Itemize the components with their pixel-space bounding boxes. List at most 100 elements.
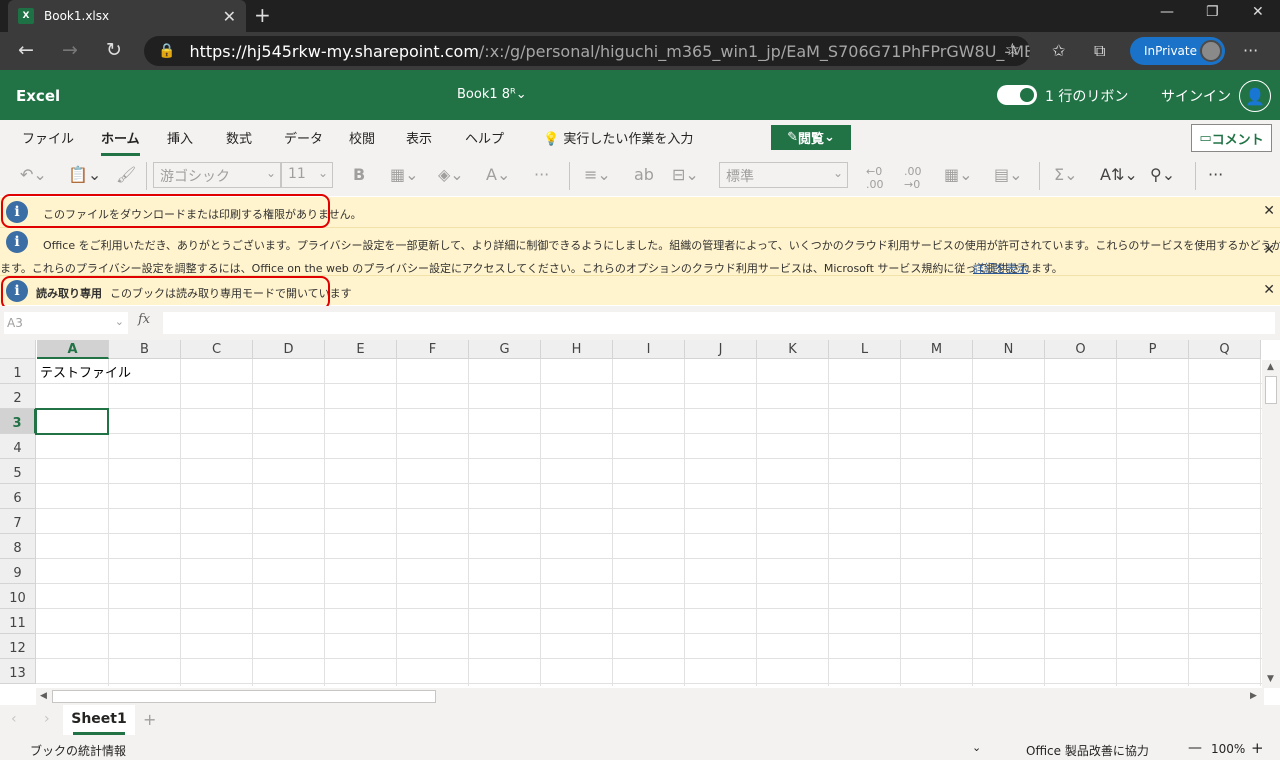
inprivate-badge[interactable]: InPrivate (1130, 37, 1225, 65)
user-account-icon[interactable]: 👤 (1239, 80, 1271, 112)
autosum-icon[interactable]: Σ⌄ (1054, 165, 1078, 184)
column-header-d[interactable]: D (253, 340, 325, 359)
vertical-scrollbar[interactable]: ▲ ▼ (1262, 360, 1280, 688)
more-options-icon[interactable]: ··· (1243, 41, 1258, 60)
scroll-down-icon[interactable]: ▼ (1267, 674, 1274, 684)
align-icon[interactable]: ≡⌄ (584, 165, 611, 184)
column-header-k[interactable]: K (757, 340, 829, 359)
paste-icon[interactable]: 📋⌄ (68, 165, 101, 184)
row-header-7[interactable]: 7 (0, 509, 36, 534)
column-header-l[interactable]: L (829, 340, 901, 359)
add-sheet-icon[interactable]: + (143, 710, 156, 729)
row-header-5[interactable]: 5 (0, 459, 36, 484)
decrease-decimal-icon[interactable]: .00 →0 (904, 165, 922, 191)
restore-icon[interactable]: ❐ (1206, 4, 1219, 20)
new-tab-icon[interactable]: + (254, 3, 271, 27)
column-header-p[interactable]: P (1117, 340, 1189, 359)
infobar-close-icon[interactable]: ✕ (1263, 242, 1275, 258)
column-header-n[interactable]: N (973, 340, 1045, 359)
privacy-details-link[interactable]: 詳細を表示 (973, 260, 1028, 276)
column-header-h[interactable]: H (541, 340, 613, 359)
formula-input[interactable] (163, 312, 1275, 334)
row-header-9[interactable]: 9 (0, 559, 36, 584)
row-header-8[interactable]: 8 (0, 534, 36, 559)
app-name[interactable]: Excel (16, 87, 60, 105)
horizontal-scrollbar[interactable]: ◀ ▶ (36, 688, 1264, 705)
favorites-list-icon[interactable]: ✩ (1052, 41, 1065, 60)
number-format-select[interactable]: 標準 ⌄ (719, 162, 848, 188)
row-header-2[interactable]: 2 (0, 384, 36, 409)
address-bar[interactable]: 🔒 https://hj545rkw-my.sharepoint.com/:x:… (144, 36, 1030, 66)
row-header-1[interactable]: 1 (0, 359, 36, 384)
tab-help[interactable]: ヘルプ (465, 128, 504, 147)
sheet-prev-icon[interactable]: ‹ (11, 711, 17, 727)
tab-file[interactable]: ファイル (22, 128, 74, 147)
font-name-select[interactable]: 游ゴシック ⌄ (153, 162, 281, 188)
row-header-6[interactable]: 6 (0, 484, 36, 509)
tab-home[interactable]: ホーム (101, 128, 140, 156)
tell-me-search[interactable]: 💡 実行したい作業を入力 (543, 128, 693, 147)
zoom-in-icon[interactable]: + (1251, 739, 1264, 757)
refresh-icon[interactable]: ↻ (106, 39, 122, 61)
tab-formulas[interactable]: 数式 (226, 128, 252, 147)
column-header-b[interactable]: B (109, 340, 181, 359)
name-box[interactable]: A3 ⌄ (4, 312, 128, 334)
help-improve-office[interactable]: Office 製品改善に協力 (1026, 742, 1149, 759)
function-icon[interactable]: fx (138, 312, 150, 327)
tab-data[interactable]: データ (284, 128, 323, 147)
column-header-j[interactable]: J (685, 340, 757, 359)
sort-filter-icon[interactable]: A⇅⌄ (1100, 165, 1138, 184)
zoom-out-icon[interactable]: — (1188, 740, 1202, 756)
font-color-icon[interactable]: A⌄ (486, 165, 510, 184)
infobar-close-icon[interactable]: ✕ (1263, 282, 1275, 298)
collections-icon[interactable]: ⧉ (1094, 41, 1105, 61)
more-commands-icon[interactable]: ··· (1208, 165, 1223, 184)
minimize-icon[interactable]: — (1160, 4, 1174, 20)
column-header-f[interactable]: F (397, 340, 469, 359)
row-header-4[interactable]: 4 (0, 434, 36, 459)
column-header-o[interactable]: O (1045, 340, 1117, 359)
tab-review[interactable]: 校閲 (349, 128, 375, 147)
spreadsheet-grid[interactable]: A B C D E F G H I J K L M N O P Q 1 2 3 4 5 6 7 8 9 10 11 12 13 テストファ… (0, 340, 1262, 686)
scroll-left-icon[interactable]: ◀ (40, 691, 47, 701)
column-header-m[interactable]: M (901, 340, 973, 359)
select-all-corner[interactable] (0, 340, 36, 359)
format-painter-icon[interactable]: 🖌 (116, 165, 136, 184)
row-header-12[interactable]: 12 (0, 634, 36, 659)
chevron-down-icon[interactable]: ⌄ (972, 741, 981, 754)
row-header-10[interactable]: 10 (0, 584, 36, 609)
column-header-e[interactable]: E (325, 340, 397, 359)
zoom-level[interactable]: 100% (1211, 742, 1245, 756)
workbook-statistics[interactable]: ブックの統計情報 (30, 742, 126, 759)
sheet-tab-sheet1[interactable]: Sheet1 (63, 705, 135, 735)
find-icon[interactable]: ⚲⌄ (1150, 165, 1175, 184)
selected-cell-a3[interactable] (35, 408, 109, 435)
row-header-11[interactable]: 11 (0, 609, 36, 634)
horizontal-scroll-thumb[interactable] (52, 690, 436, 703)
back-icon[interactable]: ← (18, 39, 34, 61)
bold-icon[interactable]: B (353, 165, 365, 184)
infobar-close-icon[interactable]: ✕ (1263, 203, 1275, 219)
merge-cells-icon[interactable]: ⊟⌄ (672, 165, 699, 184)
comment-button[interactable]: ▭ コメント (1191, 124, 1272, 152)
tab-insert[interactable]: 挿入 (167, 128, 193, 147)
tab-view[interactable]: 表示 (406, 128, 432, 147)
sheet-next-icon[interactable]: › (44, 711, 50, 727)
fill-color-icon[interactable]: ◈⌄ (438, 165, 464, 184)
borders-icon[interactable]: ▦⌄ (390, 165, 419, 184)
vertical-scroll-thumb[interactable] (1265, 376, 1277, 404)
more-font-options-icon[interactable]: ··· (534, 165, 549, 184)
column-header-c[interactable]: C (181, 340, 253, 359)
row-header-3[interactable]: 3 (0, 409, 36, 434)
font-size-select[interactable]: 11 ⌄ (281, 162, 333, 188)
forward-icon[interactable]: → (62, 39, 78, 61)
increase-decimal-icon[interactable]: ←0.00 (866, 165, 884, 191)
scroll-right-icon[interactable]: ▶ (1250, 691, 1257, 701)
undo-icon[interactable]: ↶⌄ (20, 165, 47, 184)
column-header-g[interactable]: G (469, 340, 541, 359)
scroll-up-icon[interactable]: ▲ (1267, 362, 1274, 372)
format-as-table-icon[interactable]: ▤⌄ (994, 165, 1023, 184)
conditional-format-icon[interactable]: ▦⌄ (944, 165, 973, 184)
wrap-text-icon[interactable]: ab (634, 165, 654, 184)
column-header-a[interactable]: A (37, 340, 109, 359)
